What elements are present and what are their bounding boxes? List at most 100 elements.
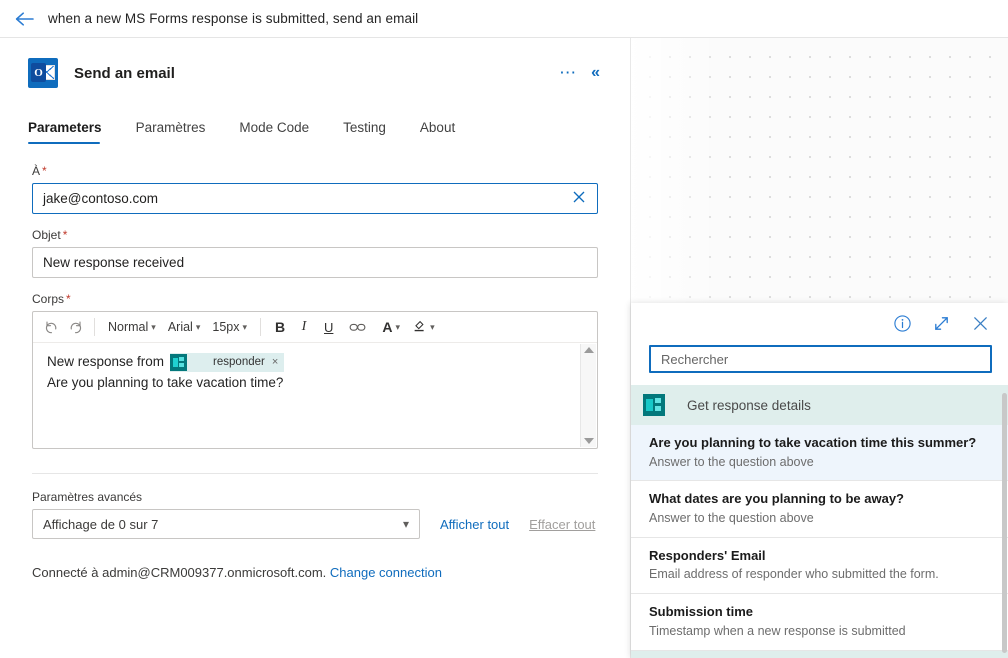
font-color-letter: A bbox=[382, 319, 393, 335]
tab-about[interactable]: About bbox=[420, 114, 471, 144]
subject-input-value: New response received bbox=[43, 255, 185, 270]
flyout-toolbar bbox=[631, 303, 1008, 343]
collapse-pane-button[interactable]: « bbox=[591, 64, 600, 82]
action-title: Send an email bbox=[74, 64, 175, 82]
tab-parameters[interactable]: Parameters bbox=[28, 114, 118, 144]
subject-field-label: Objet * bbox=[32, 228, 598, 242]
to-input-value: jake@contoso.com bbox=[43, 191, 159, 206]
underline-button[interactable]: U bbox=[316, 315, 341, 339]
list-item-title: Responders' Email bbox=[649, 547, 766, 563]
app-root: when a new MS Forms response is submitte… bbox=[0, 0, 1008, 658]
connection-text: Connecté à admin@CRM009377.onmicrosoft.c… bbox=[32, 565, 327, 580]
flyout-scrollbar[interactable] bbox=[1001, 385, 1008, 658]
body-editor-scrollbar[interactable] bbox=[580, 344, 596, 447]
clear-all-link: Effacer tout bbox=[529, 516, 596, 532]
undo-icon-glyph bbox=[45, 321, 56, 333]
list-item[interactable]: Are you planning to take vacation time t… bbox=[631, 425, 1008, 482]
token-remove-icon[interactable]: × bbox=[272, 354, 278, 371]
body-line-1: New response from responder × bbox=[47, 352, 583, 372]
more-options-button[interactable]: ⋯ bbox=[559, 64, 577, 81]
arrow-left-icon bbox=[15, 11, 34, 26]
advanced-parameters-value: Affichage de 0 sur 7 bbox=[43, 516, 159, 532]
close-icon-glyph bbox=[573, 191, 585, 202]
redo-icon[interactable] bbox=[63, 315, 87, 339]
chevron-down-icon: ▾ bbox=[430, 321, 435, 332]
undo-icon[interactable] bbox=[39, 315, 63, 339]
flyout-search-wrapper: Rechercher bbox=[631, 343, 1008, 385]
font-color-dropdown[interactable]: A ▾ bbox=[374, 315, 404, 339]
body-line-2: Are you planning to take vacation time? bbox=[47, 375, 284, 391]
list-item[interactable]: Responders' Email Email address of respo… bbox=[631, 537, 1008, 595]
chevron-down-icon: ▾ bbox=[395, 321, 401, 332]
list-item[interactable]: What dates are you planning to be away? … bbox=[631, 481, 1008, 538]
expand-diagonal-icon[interactable] bbox=[932, 314, 951, 333]
to-field-label: À * bbox=[32, 164, 598, 178]
advanced-parameters-row: Affichage de 0 sur 7 ▾ Afficher tout Eff… bbox=[32, 509, 598, 539]
advanced-parameters-label: Paramètres avancés bbox=[32, 490, 143, 504]
font-size-dropdown[interactable]: 15px ▾ bbox=[206, 315, 253, 339]
outlook-icon-letter: O bbox=[31, 63, 46, 82]
info-icon-glyph bbox=[894, 314, 911, 332]
subject-input[interactable]: New response received bbox=[32, 247, 598, 278]
font-family-dropdown[interactable]: Arial ▾ bbox=[162, 315, 207, 339]
paragraph-style-value: Normal bbox=[108, 320, 149, 334]
dynamic-content-token-responder[interactable]: responder × bbox=[170, 352, 285, 372]
body-field-label: Corps * bbox=[32, 292, 598, 306]
scroll-down-arrow[interactable] bbox=[583, 438, 594, 444]
list-item-title: What dates are you planning to be away? bbox=[649, 491, 904, 507]
info-icon[interactable] bbox=[893, 314, 912, 333]
paragraph-style-dropdown[interactable]: Normal ▾ bbox=[102, 315, 162, 339]
chevron-down-icon: ▾ bbox=[242, 321, 248, 332]
group-header-when-a-new-response-is-submitted[interactable]: When a new response is submitted bbox=[631, 650, 1008, 658]
to-input[interactable]: jake@contoso.com bbox=[32, 183, 598, 214]
italic-button[interactable]: I bbox=[292, 315, 316, 339]
toolbar-divider-2 bbox=[260, 318, 262, 336]
link-icon[interactable] bbox=[341, 315, 374, 339]
ms-forms-icon bbox=[170, 353, 188, 371]
highlight-color-dropdown[interactable]: ▾ bbox=[404, 315, 439, 339]
list-item-subtitle: Timestamp when a new response is submitt… bbox=[649, 623, 906, 638]
advanced-parameters-dropdown[interactable]: Affichage de 0 sur 7 ▾ bbox=[32, 509, 420, 539]
chevron-down-icon: ▾ bbox=[402, 517, 409, 531]
subject-required-marker: * bbox=[62, 228, 68, 242]
close-icon[interactable] bbox=[569, 190, 589, 208]
search-input[interactable]: Rechercher bbox=[649, 345, 992, 373]
close-icon[interactable] bbox=[971, 314, 990, 333]
list-item-title: Are you planning to take vacation time t… bbox=[649, 435, 977, 450]
group-header-get-response-details[interactable]: Get response details bbox=[631, 385, 1008, 425]
close-icon-glyph bbox=[974, 316, 987, 330]
chevron-down-icon: ▾ bbox=[151, 321, 156, 332]
flow-title: when a new MS Forms response is submitte… bbox=[48, 11, 419, 26]
tab-testing[interactable]: Testing bbox=[343, 114, 402, 144]
ms-forms-icon bbox=[643, 394, 665, 416]
redo-icon-glyph bbox=[70, 321, 81, 333]
list-item-subtitle: Email address of responder who submitted… bbox=[649, 567, 939, 582]
connection-info: Connecté à admin@CRM009377.onmicrosoft.c… bbox=[0, 565, 630, 580]
token-label: responder bbox=[213, 355, 265, 368]
toolbar-divider-1 bbox=[94, 318, 95, 336]
action-details-pane: O Send an email ⋯ « Parameters Paramètre… bbox=[0, 38, 631, 658]
action-card-header: O Send an email ⋯ « bbox=[0, 38, 630, 90]
back-button[interactable] bbox=[8, 2, 42, 36]
body-required-marker: * bbox=[66, 292, 71, 306]
action-tabs: Parameters Paramètres Mode Code Testing … bbox=[0, 114, 630, 144]
bold-button[interactable]: B bbox=[268, 315, 292, 339]
show-all-link[interactable]: Afficher tout bbox=[440, 517, 509, 532]
body-label-text: Corps bbox=[32, 292, 65, 306]
outlook-icon: O bbox=[28, 58, 58, 88]
change-connection-link[interactable]: Change connection bbox=[330, 565, 442, 580]
list-item[interactable]: Submission time Timestamp when a new res… bbox=[631, 594, 1008, 651]
body-line-1-text: New response from bbox=[47, 354, 165, 369]
flyout-scrollbar-thumb[interactable] bbox=[1002, 393, 1007, 653]
list-item-subtitle: Answer to the question above bbox=[649, 454, 814, 469]
highlight-icon bbox=[412, 318, 427, 336]
tab-mode-code[interactable]: Mode Code bbox=[239, 114, 325, 144]
body-editor-content[interactable]: New response from responder × Are you pl… bbox=[33, 343, 597, 403]
subject-label-text: Objet bbox=[32, 228, 61, 242]
tab-parametres[interactable]: Paramètres bbox=[136, 114, 222, 144]
font-family-value: Arial bbox=[167, 320, 193, 334]
highlight-icon-glyph bbox=[414, 320, 424, 332]
body-rich-text-editor[interactable]: Normal ▾ Arial ▾ 15px ▾ B I U A ▾ ▾ New … bbox=[32, 311, 598, 449]
chevron-down-icon: ▾ bbox=[195, 321, 201, 332]
scroll-up-arrow[interactable] bbox=[583, 347, 594, 353]
